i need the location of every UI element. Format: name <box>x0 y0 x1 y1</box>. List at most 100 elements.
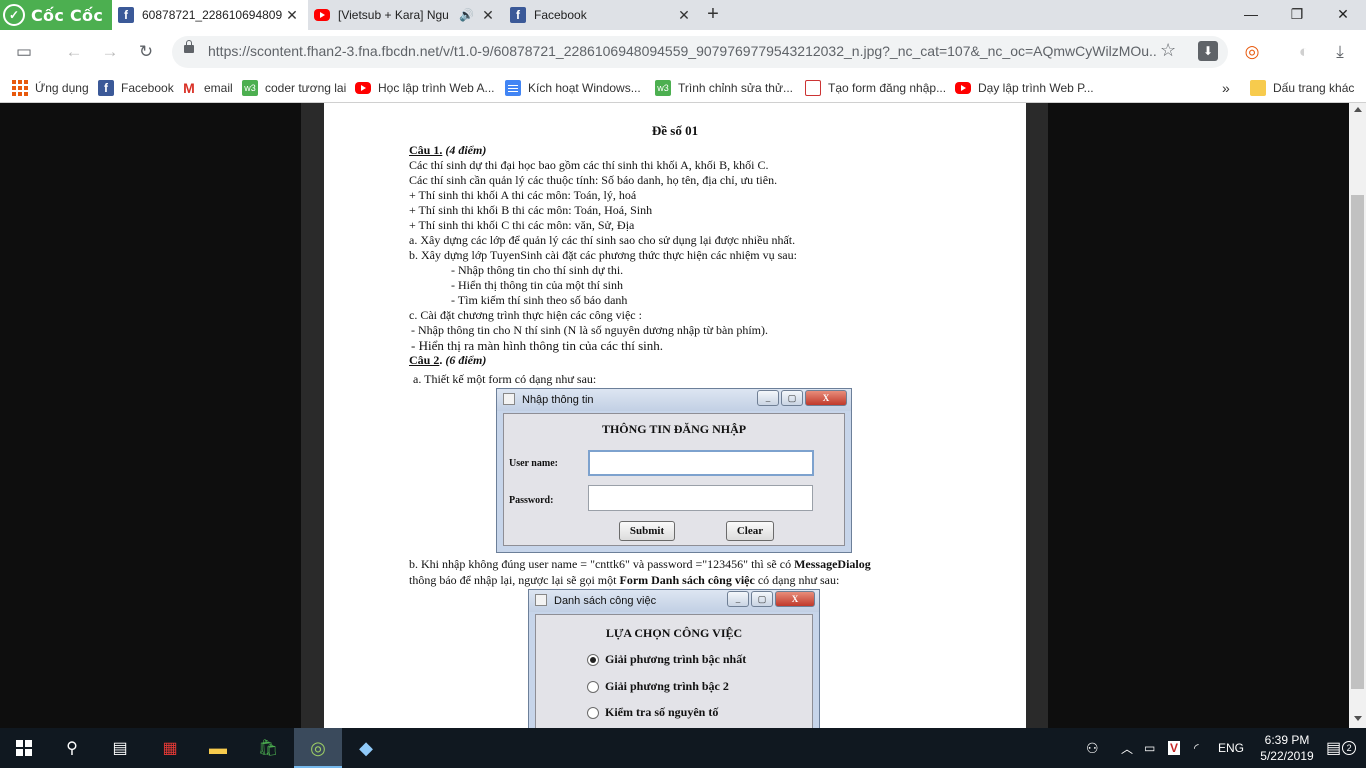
facebook-icon: f <box>510 7 526 23</box>
downloads-icon[interactable]: ⤓ <box>1328 40 1352 64</box>
image-viewer: Đề số 01 Câu 1. (4 điểm) Các thí sinh dự… <box>0 103 1366 728</box>
radio-selected-icon[interactable] <box>587 653 599 666</box>
minimize-icon[interactable]: _ <box>727 591 749 607</box>
close-icon[interactable]: ✕ <box>480 7 496 24</box>
bookmark-tao-form[interactable]: Tạo form đăng nhập... <box>805 74 946 102</box>
image-left-edge <box>301 103 324 728</box>
bookmark-coder[interactable]: w3 coder tương lai <box>242 74 346 102</box>
bookmark-trinh-chinh-sua[interactable]: w3 Trình chỉnh sửa thử... <box>655 74 793 102</box>
virtualbox-icon[interactable]: ◆ <box>342 728 390 768</box>
password-field[interactable] <box>588 485 813 511</box>
window-title: Danh sách công việc <box>554 595 657 607</box>
close-icon[interactable]: X <box>775 591 815 607</box>
text-line: - Nhập thông tin cho N thí sinh (N là số… <box>411 323 768 337</box>
tab-strip: ✓ Cốc Cốc f 60878721_228610694809 ✕ [Vie… <box>0 0 1366 30</box>
bookmark-hoc-lap-trinh[interactable]: Học lập trình Web A... <box>355 74 495 102</box>
file-explorer-icon[interactable]: ▬ <box>194 728 242 768</box>
tab-facebook[interactable]: f Facebook ✕ <box>504 0 700 30</box>
tab-vietsub[interactable]: [Vietsub + Kara] Ngu 🔊 ✕ <box>308 0 504 30</box>
bookmark-apps[interactable]: Ứng dụng <box>12 74 89 102</box>
show-hidden-icons[interactable]: ︿ <box>1121 728 1133 768</box>
radio-option[interactable]: Giải phương trình bậc nhất <box>587 652 746 667</box>
url-text[interactable]: https://scontent.fhan2-3.fna.fbcdn.net/v… <box>208 43 1158 59</box>
minimize-button[interactable]: — <box>1228 0 1274 30</box>
coccoc-menu-button[interactable]: ✓ Cốc Cốc <box>0 0 112 30</box>
close-icon[interactable]: ✕ <box>676 7 692 24</box>
radio-option[interactable]: Kiểm tra số nguyên tố <box>587 705 718 720</box>
sidebar-toggle-icon[interactable]: ▭ <box>12 40 36 64</box>
people-icon[interactable]: ⚇ <box>1086 728 1099 768</box>
bookmarks-overflow-button[interactable]: » <box>1222 74 1230 102</box>
back-icon[interactable]: ← <box>62 40 86 64</box>
login-window-titlebar: Nhập thông tin _ ▢ X <box>497 389 851 411</box>
bookmark-kich-hoat[interactable]: Kích hoạt Windows... <box>505 74 641 102</box>
tab-image[interactable]: f 60878721_228610694809 ✕ <box>112 0 308 30</box>
start-button[interactable] <box>0 728 48 768</box>
page-scrollbar[interactable] <box>1349 103 1366 728</box>
radio-icon[interactable] <box>587 680 599 693</box>
clear-button[interactable]: Clear <box>726 521 774 541</box>
coccoc-extension-icon[interactable]: ◎ <box>1240 40 1264 64</box>
bookmark-day-lap-trinh[interactable]: Dạy lập trình Web P... <box>955 74 1094 102</box>
tasks-window-titlebar: Danh sách công việc _ ▢ X <box>529 590 819 612</box>
maximize-button[interactable]: ❐ <box>1274 0 1320 30</box>
task-view-icon[interactable]: ▤ <box>96 728 144 768</box>
search-icon[interactable]: ⚲ <box>48 728 96 768</box>
password-label: Password: <box>509 495 554 506</box>
maximize-icon[interactable]: ▢ <box>751 591 773 607</box>
scrollbar-thumb[interactable] <box>1351 195 1364 689</box>
coccoc-taskbar-icon[interactable]: ◎ <box>294 728 342 768</box>
brand-name: Cốc Cốc <box>31 5 104 25</box>
radio-icon[interactable] <box>587 706 599 719</box>
minimize-icon[interactable]: _ <box>757 390 779 406</box>
w3schools-icon: w3 <box>655 80 671 96</box>
download-media-icon[interactable]: ⬇ <box>1198 41 1218 61</box>
login-window: Nhập thông tin _ ▢ X THÔNG TIN ĐĂNG NHẬP… <box>496 388 852 553</box>
battery-icon[interactable]: ▭ <box>1144 728 1155 768</box>
tab-title: 60878721_228610694809 <box>142 8 283 22</box>
text-line: + Thí sinh thi khối B thi các môn: Toán,… <box>409 203 653 217</box>
new-tab-button[interactable]: + <box>702 3 724 25</box>
store-icon[interactable]: 🛍 <box>244 728 292 768</box>
document-title: Đề số 01 <box>651 123 699 138</box>
reload-icon[interactable]: ↻ <box>134 40 158 64</box>
text-line: Các thí sinh dự thi đại học bao gồm các … <box>409 158 769 172</box>
bookmark-label: email <box>204 81 233 95</box>
notification-center-icon[interactable]: ▤ 2 <box>1326 728 1357 768</box>
radio-option[interactable]: Giải phương trình bậc 2 <box>587 679 729 694</box>
close-icon[interactable]: ✕ <box>284 7 300 24</box>
other-bookmarks[interactable]: Dấu trang khác <box>1250 74 1354 102</box>
bookmark-email[interactable]: M email <box>181 74 233 102</box>
scroll-down-icon[interactable] <box>1354 716 1362 721</box>
close-icon[interactable]: X <box>805 390 847 406</box>
bookmark-label: Ứng dụng <box>35 81 89 95</box>
system-clock[interactable]: 6:39 PM 5/22/2019 <box>1252 732 1322 764</box>
bookmark-facebook[interactable]: f Facebook <box>98 74 174 102</box>
tab-title: Facebook <box>534 8 587 22</box>
lock-icon[interactable] <box>184 40 194 53</box>
username-field[interactable] <box>588 450 814 476</box>
text-line: + Thí sinh thi khối A thi các môn: Toán,… <box>409 188 637 202</box>
bookmarks-bar: Ứng dụng f Facebook M email w3 coder tươ… <box>0 74 1366 103</box>
antivirus-icon[interactable]: V <box>1168 728 1181 768</box>
address-bar[interactable]: https://scontent.fhan2-3.fna.fbcdn.net/v… <box>172 36 1228 68</box>
docs-icon <box>505 80 521 96</box>
language-indicator[interactable]: ENG <box>1218 728 1244 768</box>
app-icon[interactable]: ▦ <box>146 728 194 768</box>
submit-button[interactable]: Submit <box>619 521 675 541</box>
window-title: Nhập thông tin <box>522 394 594 406</box>
bookmark-star-icon[interactable]: ☆ <box>1160 40 1176 61</box>
w3schools-icon: w3 <box>242 80 258 96</box>
bookmark-label: coder tương lai <box>265 81 347 95</box>
tab-title: [Vietsub + Kara] Ngu <box>338 8 449 22</box>
youtube-icon <box>355 82 371 94</box>
audio-playing-icon[interactable]: 🔊 <box>459 8 474 22</box>
text-line: - Nhập thông tin cho thí sinh dự thi. <box>451 263 624 277</box>
login-heading: THÔNG TIN ĐĂNG NHẬP <box>601 422 747 436</box>
wifi-icon[interactable]: ◜ <box>1194 728 1199 768</box>
forward-icon[interactable]: → <box>98 40 122 64</box>
scroll-up-icon[interactable] <box>1354 107 1362 112</box>
close-window-button[interactable]: ✕ <box>1320 0 1366 30</box>
maximize-icon[interactable]: ▢ <box>781 390 803 406</box>
profile-icon[interactable]: ◐ <box>1292 40 1316 64</box>
